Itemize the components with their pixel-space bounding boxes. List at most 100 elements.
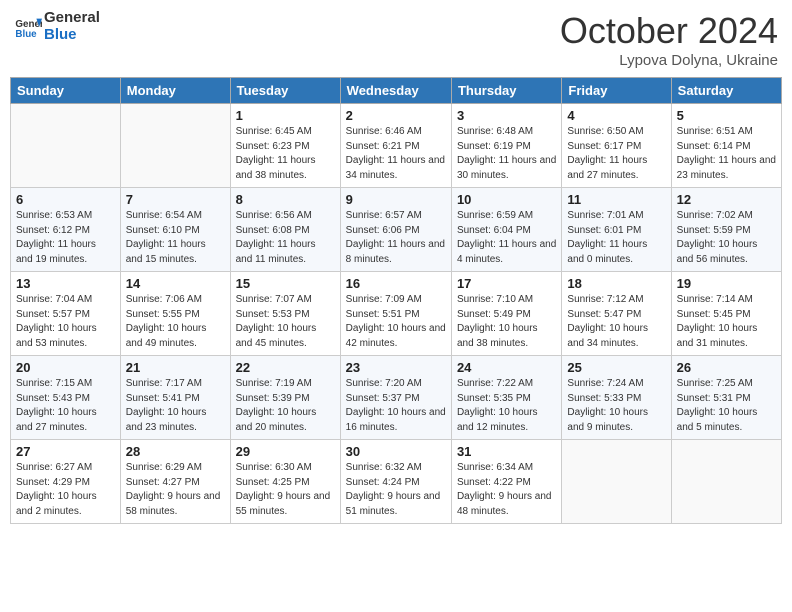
- title-block: October 2024 Lypova Dolyna, Ukraine: [560, 10, 778, 69]
- day-info: Sunrise: 7:10 AMSunset: 5:49 PMDaylight:…: [457, 293, 556, 351]
- day-info: Sunrise: 6:30 AMSunset: 4:25 PMDaylight:…: [236, 461, 335, 519]
- calendar-day-cell: 12 Sunrise: 7:02 AMSunset: 5:59 PMDaylig…: [671, 188, 781, 272]
- day-number: 1: [236, 108, 335, 123]
- day-of-week-header: Monday: [120, 78, 230, 104]
- page-header: General Blue General Blue October 2024 L…: [10, 10, 782, 69]
- day-info: Sunrise: 6:46 AMSunset: 6:21 PMDaylight:…: [346, 125, 446, 183]
- calendar-day-cell: 25 Sunrise: 7:24 AMSunset: 5:33 PMDaylig…: [562, 356, 671, 440]
- day-of-week-header: Tuesday: [230, 78, 340, 104]
- day-info: Sunrise: 7:19 AMSunset: 5:39 PMDaylight:…: [236, 377, 335, 435]
- day-info: Sunrise: 6:51 AMSunset: 6:14 PMDaylight:…: [677, 125, 776, 183]
- calendar-day-cell: 27 Sunrise: 6:27 AMSunset: 4:29 PMDaylig…: [11, 440, 121, 524]
- calendar-week-row: 20 Sunrise: 7:15 AMSunset: 5:43 PMDaylig…: [11, 356, 782, 440]
- day-number: 19: [677, 276, 776, 291]
- svg-text:Blue: Blue: [15, 28, 37, 39]
- logo: General Blue General Blue: [14, 10, 100, 43]
- calendar-day-cell: [120, 104, 230, 188]
- calendar-day-cell: 24 Sunrise: 7:22 AMSunset: 5:35 PMDaylig…: [451, 356, 561, 440]
- calendar-day-cell: 19 Sunrise: 7:14 AMSunset: 5:45 PMDaylig…: [671, 272, 781, 356]
- logo-icon: General Blue: [14, 13, 42, 41]
- day-info: Sunrise: 7:15 AMSunset: 5:43 PMDaylight:…: [16, 377, 115, 435]
- calendar-day-cell: [11, 104, 121, 188]
- day-info: Sunrise: 7:24 AMSunset: 5:33 PMDaylight:…: [567, 377, 665, 435]
- calendar-day-cell: 20 Sunrise: 7:15 AMSunset: 5:43 PMDaylig…: [11, 356, 121, 440]
- calendar-day-cell: 7 Sunrise: 6:54 AMSunset: 6:10 PMDayligh…: [120, 188, 230, 272]
- day-info: Sunrise: 7:02 AMSunset: 5:59 PMDaylight:…: [677, 209, 776, 267]
- calendar-day-cell: 10 Sunrise: 6:59 AMSunset: 6:04 PMDaylig…: [451, 188, 561, 272]
- day-number: 13: [16, 276, 115, 291]
- calendar-week-row: 1 Sunrise: 6:45 AMSunset: 6:23 PMDayligh…: [11, 104, 782, 188]
- calendar-day-cell: 3 Sunrise: 6:48 AMSunset: 6:19 PMDayligh…: [451, 104, 561, 188]
- calendar-day-cell: 23 Sunrise: 7:20 AMSunset: 5:37 PMDaylig…: [340, 356, 451, 440]
- day-number: 2: [346, 108, 446, 123]
- day-info: Sunrise: 6:27 AMSunset: 4:29 PMDaylight:…: [16, 461, 115, 519]
- day-number: 28: [126, 444, 225, 459]
- calendar-day-cell: 22 Sunrise: 7:19 AMSunset: 5:39 PMDaylig…: [230, 356, 340, 440]
- day-number: 11: [567, 192, 665, 207]
- day-number: 30: [346, 444, 446, 459]
- day-of-week-header: Friday: [562, 78, 671, 104]
- location-subtitle: Lypova Dolyna, Ukraine: [560, 52, 778, 69]
- day-number: 10: [457, 192, 556, 207]
- day-info: Sunrise: 7:20 AMSunset: 5:37 PMDaylight:…: [346, 377, 446, 435]
- calendar-day-cell: [562, 440, 671, 524]
- day-number: 25: [567, 360, 665, 375]
- day-number: 24: [457, 360, 556, 375]
- day-of-week-header: Saturday: [671, 78, 781, 104]
- calendar-day-cell: 15 Sunrise: 7:07 AMSunset: 5:53 PMDaylig…: [230, 272, 340, 356]
- day-info: Sunrise: 7:07 AMSunset: 5:53 PMDaylight:…: [236, 293, 335, 351]
- calendar-day-cell: 17 Sunrise: 7:10 AMSunset: 5:49 PMDaylig…: [451, 272, 561, 356]
- day-info: Sunrise: 7:01 AMSunset: 6:01 PMDaylight:…: [567, 209, 665, 267]
- calendar-day-cell: 26 Sunrise: 7:25 AMSunset: 5:31 PMDaylig…: [671, 356, 781, 440]
- calendar-day-cell: 16 Sunrise: 7:09 AMSunset: 5:51 PMDaylig…: [340, 272, 451, 356]
- day-info: Sunrise: 7:04 AMSunset: 5:57 PMDaylight:…: [16, 293, 115, 351]
- day-info: Sunrise: 6:54 AMSunset: 6:10 PMDaylight:…: [126, 209, 225, 267]
- day-info: Sunrise: 6:29 AMSunset: 4:27 PMDaylight:…: [126, 461, 225, 519]
- day-of-week-header: Wednesday: [340, 78, 451, 104]
- day-number: 6: [16, 192, 115, 207]
- day-number: 21: [126, 360, 225, 375]
- day-number: 12: [677, 192, 776, 207]
- day-info: Sunrise: 7:14 AMSunset: 5:45 PMDaylight:…: [677, 293, 776, 351]
- day-number: 29: [236, 444, 335, 459]
- calendar-week-row: 27 Sunrise: 6:27 AMSunset: 4:29 PMDaylig…: [11, 440, 782, 524]
- calendar-day-cell: 4 Sunrise: 6:50 AMSunset: 6:17 PMDayligh…: [562, 104, 671, 188]
- day-of-week-header: Sunday: [11, 78, 121, 104]
- day-number: 27: [16, 444, 115, 459]
- calendar-day-cell: [671, 440, 781, 524]
- calendar-day-cell: 8 Sunrise: 6:56 AMSunset: 6:08 PMDayligh…: [230, 188, 340, 272]
- day-number: 31: [457, 444, 556, 459]
- day-number: 4: [567, 108, 665, 123]
- logo-general: General: [44, 10, 100, 27]
- day-info: Sunrise: 6:56 AMSunset: 6:08 PMDaylight:…: [236, 209, 335, 267]
- day-info: Sunrise: 7:06 AMSunset: 5:55 PMDaylight:…: [126, 293, 225, 351]
- calendar-day-cell: 11 Sunrise: 7:01 AMSunset: 6:01 PMDaylig…: [562, 188, 671, 272]
- day-info: Sunrise: 6:48 AMSunset: 6:19 PMDaylight:…: [457, 125, 556, 183]
- day-number: 8: [236, 192, 335, 207]
- day-number: 17: [457, 276, 556, 291]
- day-info: Sunrise: 6:57 AMSunset: 6:06 PMDaylight:…: [346, 209, 446, 267]
- day-number: 14: [126, 276, 225, 291]
- day-number: 16: [346, 276, 446, 291]
- day-number: 26: [677, 360, 776, 375]
- day-info: Sunrise: 6:32 AMSunset: 4:24 PMDaylight:…: [346, 461, 446, 519]
- calendar-day-cell: 14 Sunrise: 7:06 AMSunset: 5:55 PMDaylig…: [120, 272, 230, 356]
- day-info: Sunrise: 7:17 AMSunset: 5:41 PMDaylight:…: [126, 377, 225, 435]
- day-info: Sunrise: 7:22 AMSunset: 5:35 PMDaylight:…: [457, 377, 556, 435]
- day-number: 9: [346, 192, 446, 207]
- calendar-header-row: SundayMondayTuesdayWednesdayThursdayFrid…: [11, 78, 782, 104]
- calendar-day-cell: 13 Sunrise: 7:04 AMSunset: 5:57 PMDaylig…: [11, 272, 121, 356]
- day-of-week-header: Thursday: [451, 78, 561, 104]
- calendar-day-cell: 28 Sunrise: 6:29 AMSunset: 4:27 PMDaylig…: [120, 440, 230, 524]
- day-number: 15: [236, 276, 335, 291]
- day-number: 7: [126, 192, 225, 207]
- day-info: Sunrise: 6:53 AMSunset: 6:12 PMDaylight:…: [16, 209, 115, 267]
- day-info: Sunrise: 6:59 AMSunset: 6:04 PMDaylight:…: [457, 209, 556, 267]
- day-number: 23: [346, 360, 446, 375]
- day-info: Sunrise: 6:45 AMSunset: 6:23 PMDaylight:…: [236, 125, 335, 183]
- day-info: Sunrise: 6:50 AMSunset: 6:17 PMDaylight:…: [567, 125, 665, 183]
- calendar-day-cell: 31 Sunrise: 6:34 AMSunset: 4:22 PMDaylig…: [451, 440, 561, 524]
- logo-blue: Blue: [44, 27, 100, 44]
- calendar-day-cell: 21 Sunrise: 7:17 AMSunset: 5:41 PMDaylig…: [120, 356, 230, 440]
- calendar-day-cell: 18 Sunrise: 7:12 AMSunset: 5:47 PMDaylig…: [562, 272, 671, 356]
